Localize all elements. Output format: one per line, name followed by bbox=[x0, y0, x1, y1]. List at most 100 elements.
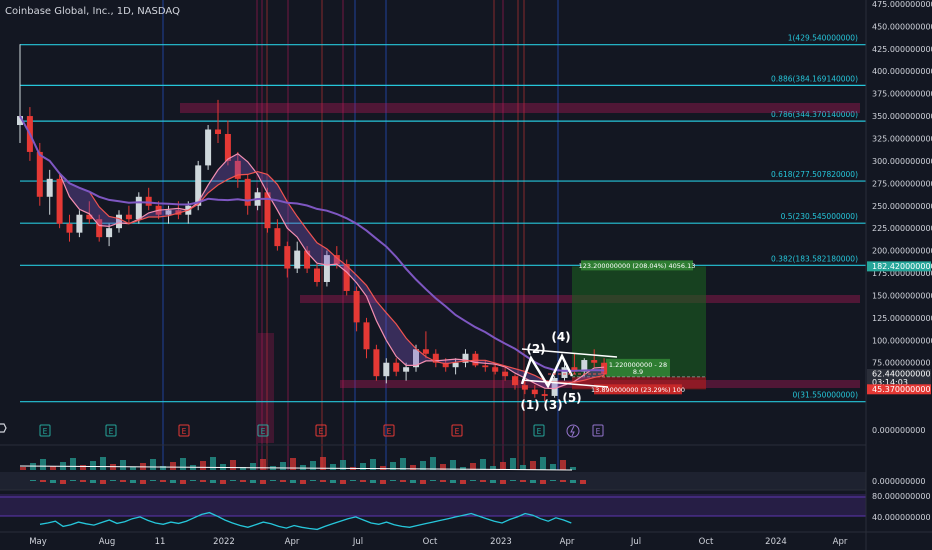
oscillator-bar bbox=[220, 480, 226, 484]
oscillator-bar bbox=[140, 480, 146, 484]
time-axis-label: 2023 bbox=[490, 537, 512, 547]
fib-level-label: 0(31.550000000) bbox=[793, 391, 859, 400]
price-axis-tick: 375.000000000 bbox=[872, 90, 932, 99]
price-axis-tick: 425.000000000 bbox=[872, 45, 932, 54]
candle-body bbox=[314, 268, 320, 282]
earnings-marker-label: E bbox=[319, 427, 324, 436]
time-axis-label: Apr bbox=[285, 537, 300, 547]
candle-body bbox=[521, 385, 528, 390]
candle-body bbox=[106, 228, 113, 238]
oscillator-bar bbox=[170, 480, 176, 483]
candle-body bbox=[502, 371, 509, 377]
oscillator-bar bbox=[400, 480, 406, 482]
oscillator-bar bbox=[210, 480, 216, 483]
price-axis-tick: 325.000000000 bbox=[872, 134, 932, 143]
earnings-marker-label: E bbox=[109, 427, 114, 436]
candle-body bbox=[393, 362, 400, 372]
oscillator-bar bbox=[260, 480, 266, 484]
candle-body bbox=[403, 367, 410, 372]
time-axis-label: Jul bbox=[352, 537, 363, 547]
oscillator-bar bbox=[470, 480, 476, 481]
oscillator-bar bbox=[230, 480, 236, 481]
volume-bar bbox=[130, 467, 136, 470]
volume-bar bbox=[150, 459, 156, 470]
time-axis-label: 2022 bbox=[213, 537, 235, 547]
candle-body bbox=[512, 376, 518, 386]
volume-bar bbox=[20, 467, 26, 470]
earnings-marker-label: E bbox=[43, 427, 48, 436]
time-axis-label: Oct bbox=[423, 537, 438, 547]
oscillator-bar bbox=[190, 480, 196, 481]
fib-level-label: 0.618(277.507820000) bbox=[771, 170, 858, 179]
oscillator-bar bbox=[520, 480, 526, 482]
oscillator-bar bbox=[430, 480, 436, 481]
price-axis-tick: 125.000000000 bbox=[872, 314, 932, 323]
oscillator-bar bbox=[570, 480, 576, 483]
oscillator-bar bbox=[130, 480, 136, 483]
volume-bar bbox=[90, 461, 96, 470]
earnings-marker-label: E bbox=[596, 427, 601, 436]
candle-body bbox=[294, 250, 301, 269]
candle-body bbox=[561, 367, 568, 378]
volume-bar bbox=[430, 457, 436, 470]
price-axis-tick: 150.000000000 bbox=[872, 291, 932, 300]
volume-bar bbox=[310, 461, 316, 470]
oscillator-bar bbox=[110, 480, 116, 481]
oscillator-bar bbox=[240, 480, 246, 482]
oscillator-bar bbox=[530, 480, 536, 483]
oscillator-bar bbox=[270, 480, 276, 481]
oscillator-bar bbox=[450, 480, 456, 483]
volume-bar bbox=[510, 458, 516, 470]
oscillator-bar bbox=[250, 480, 256, 483]
rsi-axis-tick: 80.000000000 bbox=[872, 492, 931, 501]
symbol-title: Coinbase Global, Inc., 1D, NASDAQ bbox=[5, 6, 180, 17]
oscillator-bar bbox=[580, 480, 586, 484]
oscillator-bar bbox=[280, 480, 286, 482]
earnings-marker-label: E bbox=[182, 427, 187, 436]
volume-axis-tick: 0.000000000 bbox=[872, 477, 925, 486]
oscillator-bar bbox=[390, 480, 396, 481]
fib-level-label: 0.5(230.545000000) bbox=[781, 212, 858, 221]
price-badge-label: 45.370000000 bbox=[872, 385, 931, 394]
oscillator-bar bbox=[460, 480, 466, 484]
volume-bar bbox=[400, 458, 406, 470]
oscillator-bar bbox=[320, 480, 326, 482]
trading-chart[interactable]: 1(429.540000000)0.886(384.169140000)0.78… bbox=[0, 0, 932, 550]
oscillator-bar bbox=[370, 480, 376, 483]
oscillator-bar bbox=[550, 480, 556, 481]
time-axis-label: Oct bbox=[699, 537, 714, 547]
oscillator-bar bbox=[200, 480, 206, 482]
oscillator-bar bbox=[50, 480, 56, 483]
candle-body bbox=[373, 349, 380, 377]
price-axis-tick: 300.000000000 bbox=[872, 157, 932, 166]
time-axis-label: 2024 bbox=[765, 537, 787, 547]
time-axis-label: Apr bbox=[560, 537, 575, 547]
volume-bar bbox=[180, 458, 186, 470]
price-axis-tick: 400.000000000 bbox=[872, 67, 932, 76]
volume-bar bbox=[480, 459, 486, 470]
oscillator-bar bbox=[40, 480, 46, 482]
candle-body bbox=[482, 365, 489, 368]
time-axis-label: May bbox=[29, 537, 47, 547]
candle-body bbox=[452, 362, 459, 368]
oscillator-bar bbox=[160, 480, 166, 482]
volume-bar bbox=[120, 460, 126, 470]
price-axis[interactable]: 475.000000000 450.000000000 425.000000000 4… bbox=[865, 0, 932, 550]
oscillator-bar bbox=[560, 480, 566, 482]
price-axis-tick: 75.000000000 bbox=[872, 359, 931, 368]
fib-level-label: 0.886(384.169140000) bbox=[771, 74, 858, 83]
volume-bar bbox=[210, 457, 216, 470]
time-axis-label: Aug bbox=[99, 537, 116, 547]
oscillator-bar bbox=[440, 480, 446, 482]
candle-body bbox=[274, 228, 281, 247]
time-axis-label: 11 bbox=[155, 537, 166, 547]
volume-bar bbox=[40, 459, 46, 470]
earnings-marker-label: E bbox=[387, 427, 392, 436]
elliott-wave-label: (3) bbox=[543, 398, 562, 412]
earnings-marker-label: E bbox=[537, 427, 542, 436]
candle-body bbox=[36, 151, 43, 197]
candle-body bbox=[472, 353, 479, 366]
candle-body bbox=[125, 214, 132, 220]
price-badge-label: 182.420000000 bbox=[872, 262, 932, 271]
volume-bar bbox=[70, 458, 76, 470]
